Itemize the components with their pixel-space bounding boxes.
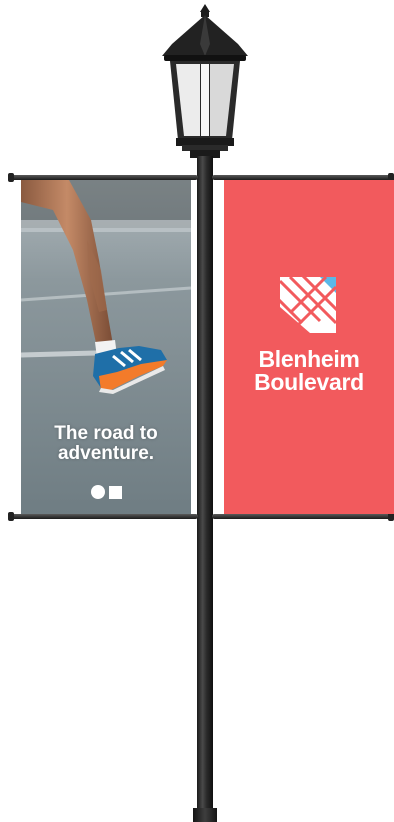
blenheim-logo-icon [280,277,336,333]
banner-right: Blenheim Boulevard [224,180,394,514]
rod-cap [8,512,14,521]
tagline-line-2: adventure. [57,443,155,464]
lamp-pole [197,156,213,822]
rod-cap [8,173,14,182]
banner-rod-right-bottom [212,514,394,519]
banner-tagline: The road to adventure. [21,424,191,464]
lamp-post-scene: The road to adventure. Blenheim Boulevar… [0,0,394,822]
banner-left: The road to adventure. [21,180,191,514]
square-mark-icon [108,485,122,499]
banner-rod-left-bottom [8,514,198,519]
place-name: Blenheim Boulevard [224,348,394,394]
place-name-line-1: Blenheim [258,346,360,372]
place-name-line-2: Boulevard [254,369,364,395]
circle-mark-icon [90,485,105,499]
pole-base [193,808,217,822]
tagline-line-1: The road to [54,423,158,444]
brand-marks [21,485,191,499]
street-lamp-icon [162,4,248,158]
